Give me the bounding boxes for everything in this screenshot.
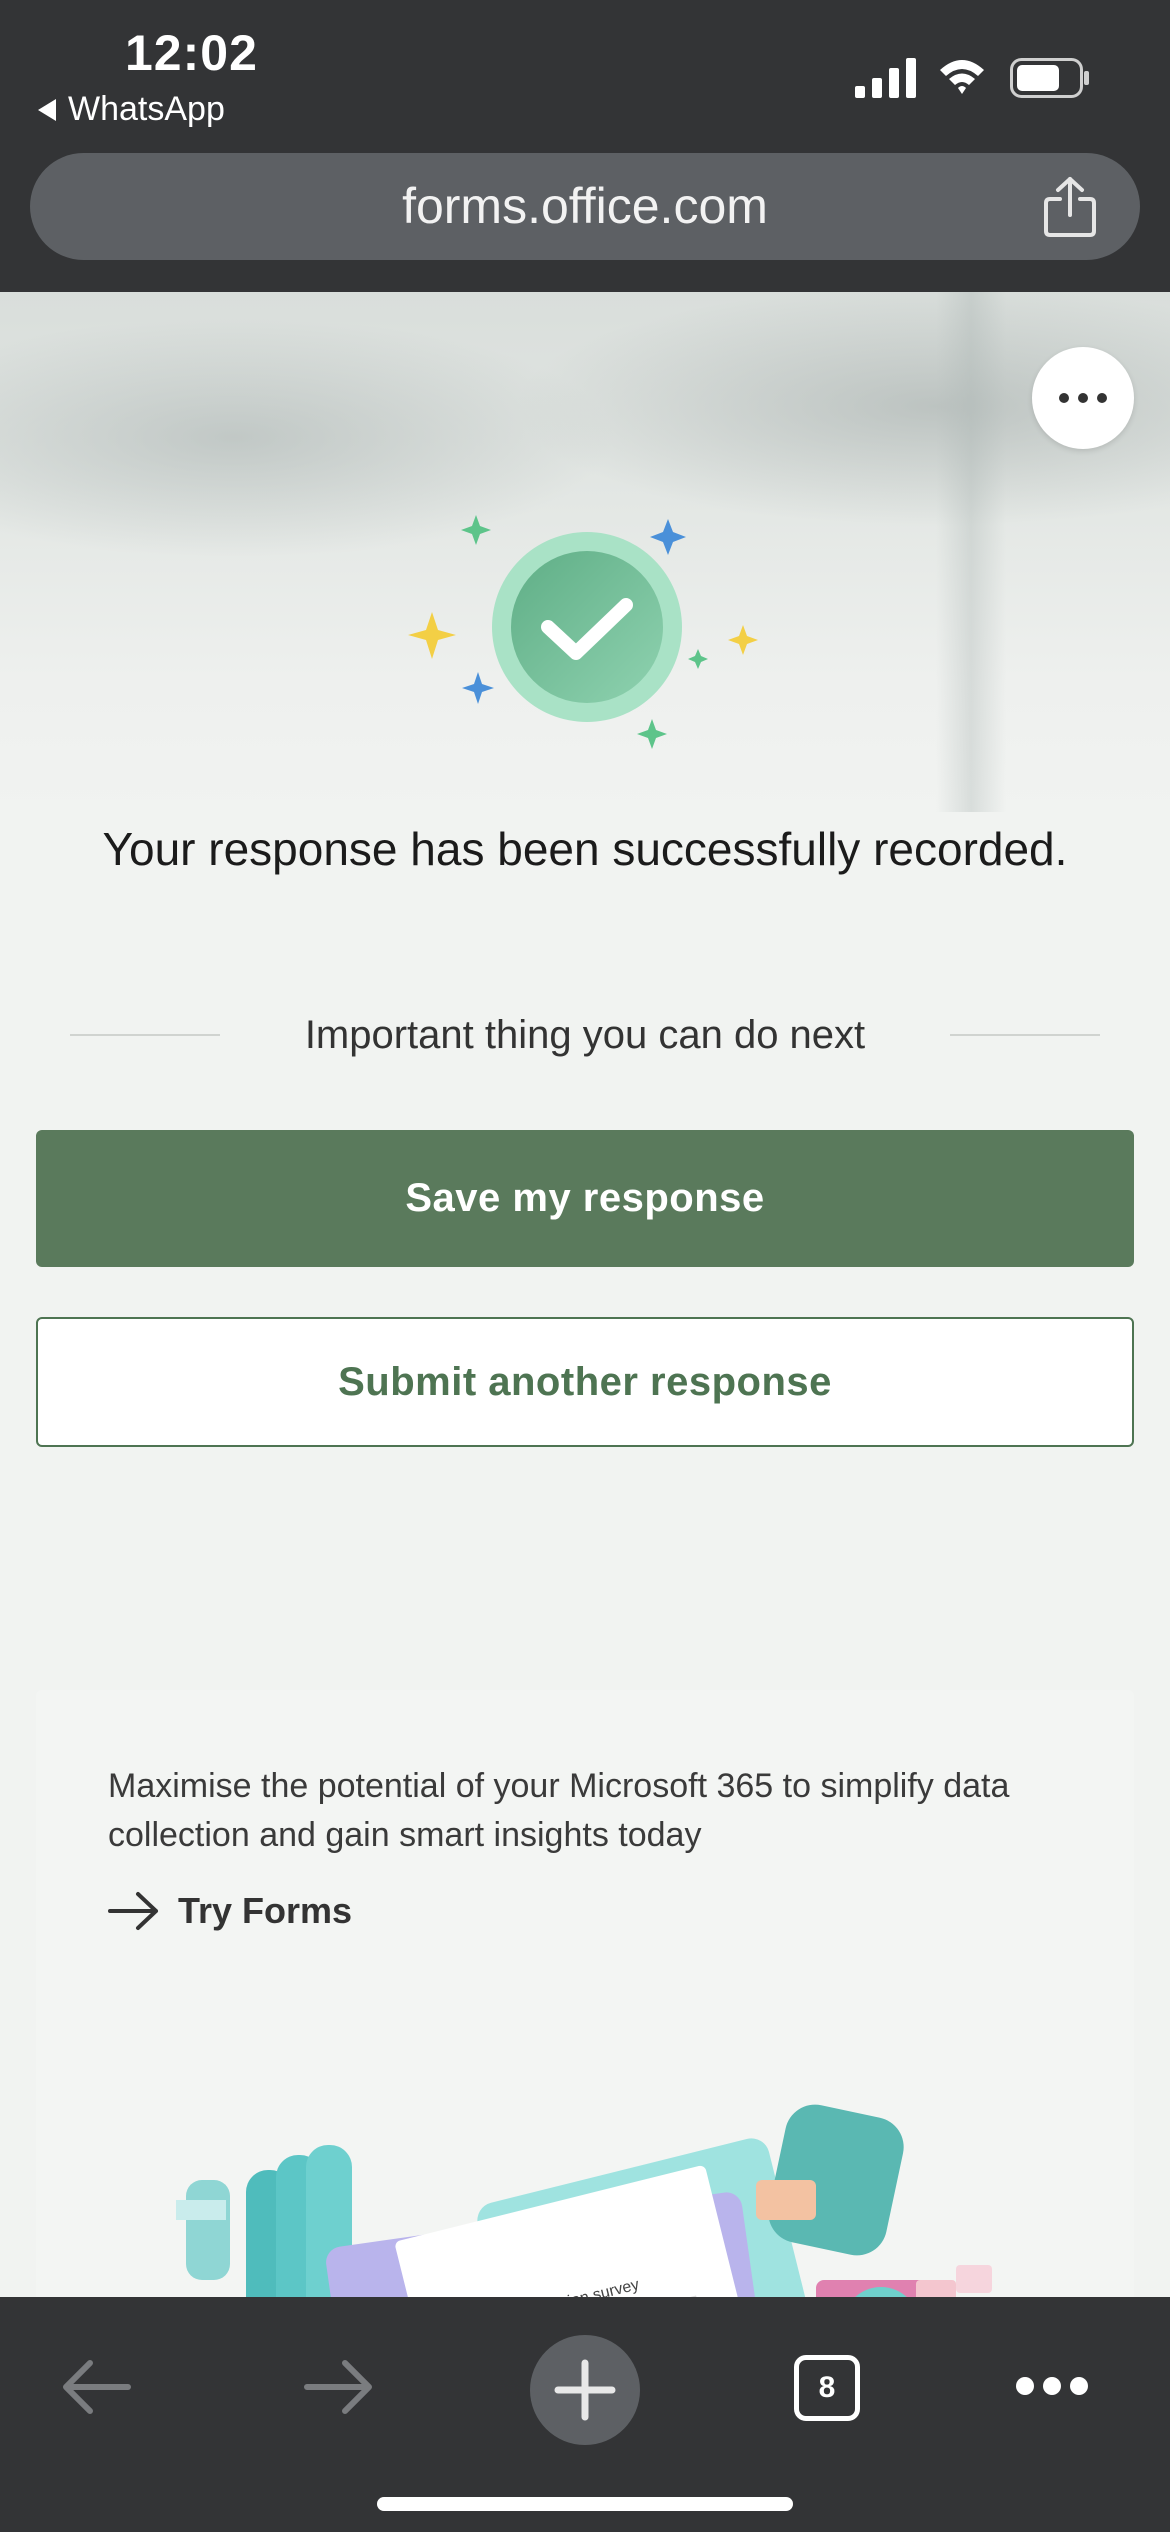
success-message: Your response has been successfully reco… [102, 823, 1068, 875]
back-to-app-link[interactable]: WhatsApp [38, 90, 225, 129]
promo-text: Maximise the potential of your Microsoft… [108, 1767, 1010, 1854]
promo-card: Maximise the potential of your Microsoft… [36, 1690, 1134, 2297]
more-dot-icon [1078, 393, 1088, 403]
browser-top-bar: 12:02 WhatsApp forms.office.com [0, 0, 1170, 292]
web-page: Your response has been successfully reco… [0, 292, 1170, 2297]
wifi-icon [940, 60, 984, 94]
back-triangle-icon [38, 98, 56, 121]
status-time: 12:02 [125, 25, 258, 81]
more-options-button[interactable] [1032, 347, 1134, 449]
menu-button[interactable] [1016, 2377, 1088, 2399]
menu-dot-icon [1016, 2377, 1034, 2395]
share-icon[interactable] [1040, 175, 1100, 239]
battery-icon [1010, 58, 1089, 98]
back-app-label: WhatsApp [68, 90, 225, 128]
address-bar[interactable]: forms.office.com [30, 153, 1140, 260]
more-dot-icon [1059, 393, 1069, 403]
plus-icon [554, 2359, 616, 2421]
try-forms-label: Try Forms [178, 1890, 353, 1931]
tabs-count-button[interactable]: 8 [794, 2355, 860, 2421]
next-steps-title: Important thing you can do next [304, 1013, 866, 1057]
cellular-signal-icon [855, 58, 916, 98]
forms-illustration: Customer expectation survey [176, 2104, 992, 2297]
forward-arrow-icon[interactable] [303, 2357, 375, 2417]
next-steps-header: Important thing you can do next [70, 1010, 1100, 1060]
divider-line [950, 1034, 1100, 1036]
back-arrow-icon[interactable] [60, 2357, 132, 2417]
home-indicator [377, 2497, 793, 2511]
try-forms-link[interactable]: Try Forms [108, 1890, 352, 1932]
save-response-button[interactable]: Save my response [36, 1130, 1134, 1267]
url-text: forms.office.com [402, 178, 768, 234]
arrow-right-icon [108, 1892, 158, 1930]
menu-dot-icon [1043, 2377, 1061, 2395]
new-tab-button[interactable] [530, 2335, 640, 2445]
menu-dot-icon [1070, 2377, 1088, 2395]
submit-another-response-button[interactable]: Submit another response [36, 1317, 1134, 1447]
more-dot-icon [1097, 393, 1107, 403]
success-checkmark-icon [408, 515, 758, 749]
